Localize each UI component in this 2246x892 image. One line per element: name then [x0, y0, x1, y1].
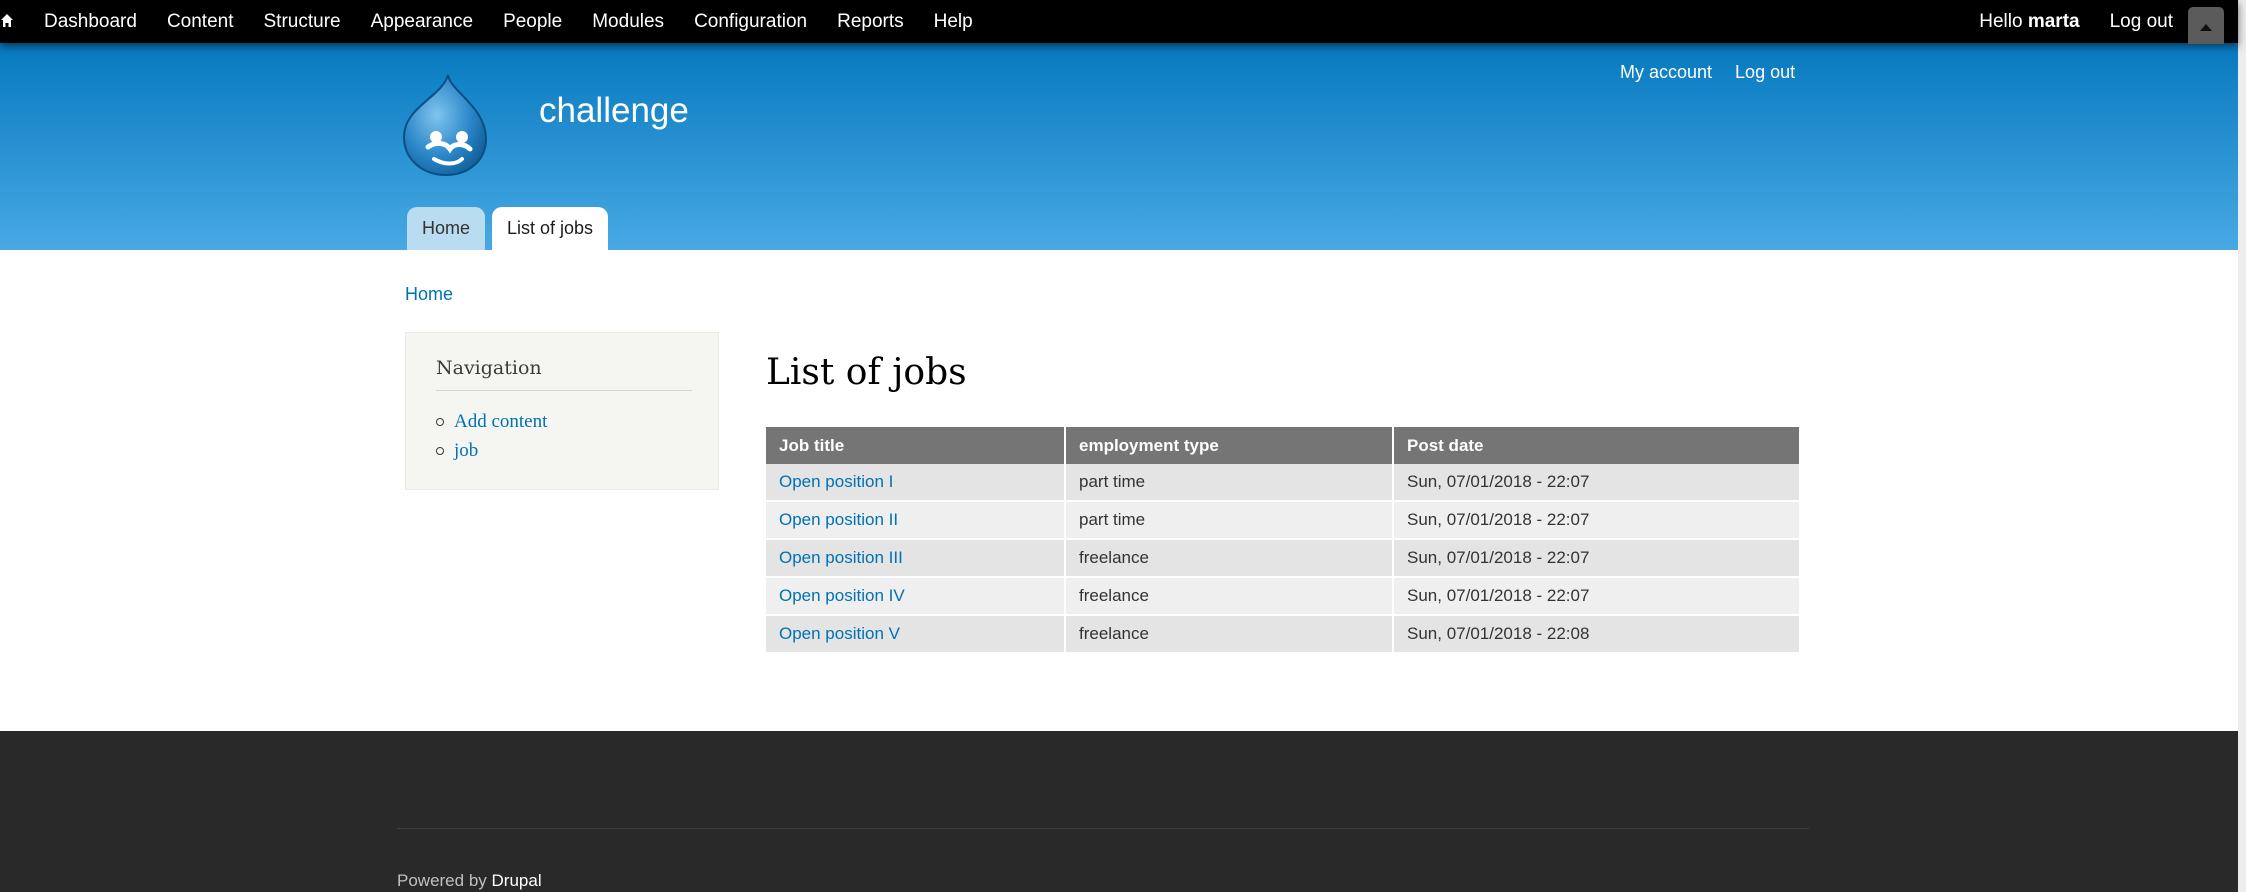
job-link[interactable]: job: [454, 440, 478, 462]
column-header-post-date: Post date: [1393, 427, 1799, 464]
powered-by-label: Powered by: [397, 871, 487, 890]
employment-type-cell: freelance: [1065, 615, 1394, 654]
admin-menu-configuration[interactable]: Configuration: [679, 0, 822, 43]
main-menu-tabs: Home List of jobs: [407, 207, 615, 250]
greeting-prefix: Hello: [1979, 10, 2023, 32]
toolbar-drawer-toggle[interactable]: [2188, 7, 2224, 44]
admin-menu-appearance[interactable]: Appearance: [356, 0, 488, 43]
list-item: job: [436, 440, 547, 462]
navigation-title: Navigation: [436, 357, 692, 391]
column-header-job-title: Job title: [766, 427, 1066, 464]
admin-menu-structure[interactable]: Structure: [249, 0, 356, 43]
employment-type-cell: freelance: [1065, 577, 1394, 616]
drupal-logo-icon[interactable]: [400, 73, 492, 177]
job-title-link[interactable]: Open position II: [779, 510, 898, 529]
navigation-list: Add content job: [436, 411, 547, 469]
post-date-cell: Sun, 07/01/2018 - 22:07: [1393, 464, 1799, 502]
admin-menu-help[interactable]: Help: [919, 0, 988, 43]
job-title-link[interactable]: Open position V: [779, 624, 900, 643]
column-header-employment-type: employment type: [1065, 427, 1394, 464]
table-row: Open position V freelance Sun, 07/01/201…: [766, 615, 1799, 654]
post-date-cell: Sun, 07/01/2018 - 22:07: [1393, 577, 1799, 616]
post-date-cell: Sun, 07/01/2018 - 22:08: [1393, 615, 1799, 654]
admin-menu-dashboard[interactable]: Dashboard: [29, 0, 152, 43]
job-title-link[interactable]: Open position IV: [779, 586, 905, 605]
breadcrumb[interactable]: Home: [405, 284, 453, 305]
job-title-cell: Open position III: [766, 539, 1066, 578]
my-account-link[interactable]: My account: [1620, 62, 1712, 83]
table-row: Open position IV freelance Sun, 07/01/20…: [766, 577, 1799, 616]
table-row: Open position II part time Sun, 07/01/20…: [766, 501, 1799, 540]
table-row: Open position I part time Sun, 07/01/201…: [766, 464, 1799, 502]
toolbar-logout-link[interactable]: Log out: [2110, 11, 2173, 33]
user-greeting: Hello marta: [1979, 11, 2079, 33]
table-header-row: Job title employment type Post date: [766, 427, 1799, 464]
username[interactable]: marta: [2028, 11, 2080, 32]
admin-menu-content[interactable]: Content: [152, 0, 249, 43]
job-title-cell: Open position IV: [766, 577, 1066, 616]
admin-menu-modules[interactable]: Modules: [577, 0, 679, 43]
post-date-cell: Sun, 07/01/2018 - 22:07: [1393, 501, 1799, 540]
page-scrollbar[interactable]: [2238, 0, 2246, 892]
admin-toolbar: Dashboard Content Structure Appearance P…: [0, 0, 2238, 44]
job-title-link[interactable]: Open position I: [779, 472, 893, 491]
job-title-cell: Open position II: [766, 501, 1066, 540]
job-title-link[interactable]: Open position III: [779, 548, 903, 567]
bullet-icon: [436, 418, 444, 426]
powered-by: Powered by Drupal: [397, 871, 542, 891]
job-title-cell: Open position I: [766, 464, 1066, 502]
add-content-link[interactable]: Add content: [454, 411, 547, 433]
site-header: challenge My account Log out Home List o…: [0, 43, 2238, 250]
toolbar-user-area: Hello marta Log out: [1979, 0, 2173, 43]
list-item: Add content: [436, 411, 547, 433]
drupal-link[interactable]: Drupal: [492, 871, 542, 890]
admin-menu-reports[interactable]: Reports: [822, 0, 919, 43]
employment-type-cell: part time: [1065, 464, 1394, 502]
logout-link[interactable]: Log out: [1735, 62, 1795, 83]
page-title: List of jobs: [766, 352, 967, 393]
employment-type-cell: part time: [1065, 501, 1394, 540]
table-row: Open position III freelance Sun, 07/01/2…: [766, 539, 1799, 578]
secondary-menu: My account Log out: [1620, 62, 1818, 83]
job-title-cell: Open position V: [766, 615, 1066, 654]
post-date-cell: Sun, 07/01/2018 - 22:07: [1393, 539, 1799, 578]
jobs-table: Job title employment type Post date Open…: [766, 427, 1799, 654]
navigation-block: Navigation Add content job: [405, 332, 719, 490]
home-icon[interactable]: [0, 13, 14, 29]
employment-type-cell: freelance: [1065, 539, 1394, 578]
site-name[interactable]: challenge: [539, 91, 689, 131]
admin-menu-people[interactable]: People: [488, 0, 577, 43]
tab-home[interactable]: Home: [407, 207, 486, 250]
admin-menu: Dashboard Content Structure Appearance P…: [29, 0, 988, 43]
footer-divider: [397, 828, 1809, 829]
tab-list-of-jobs[interactable]: List of jobs: [492, 207, 609, 250]
bullet-icon: [436, 447, 444, 455]
site-footer: Powered by Drupal: [0, 731, 2238, 892]
